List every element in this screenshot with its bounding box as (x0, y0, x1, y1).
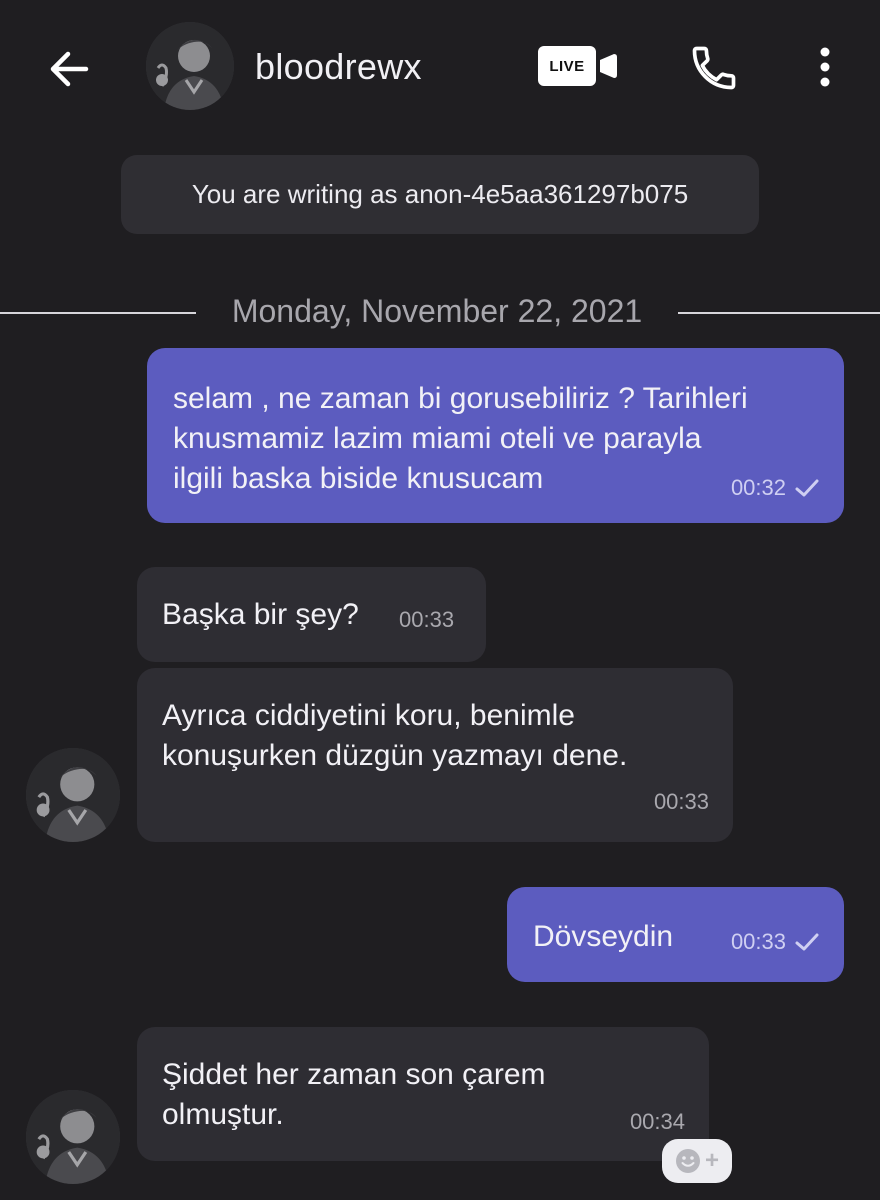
plus-icon: + (704, 1147, 719, 1174)
message-time: 00:33 (653, 789, 709, 814)
anonymous-notice: You are writing as anon-4e5aa361297b075 (121, 155, 759, 234)
date-divider-right (678, 312, 880, 314)
sender-avatar[interactable] (26, 1090, 120, 1184)
incoming-message[interactable]: Şiddet her zaman son çarem olmuştur. 00:3… (137, 1027, 709, 1161)
message-text: Başka bir şey? (162, 598, 359, 631)
live-badge: LIVE (538, 46, 596, 86)
date-separator: Monday, November 22, 2021 (231, 293, 643, 329)
date-divider-left (0, 312, 196, 314)
incoming-message[interactable]: Başka bir şey? 00:33 (137, 567, 486, 662)
incoming-message[interactable]: Ayrıca ciddiyetini koru, benimle konuşurk… (137, 668, 733, 842)
camera-lens-icon (600, 54, 617, 78)
live-video-button[interactable]: LIVE (538, 46, 618, 88)
outgoing-message[interactable]: selam , ne zaman bi gorusebiliriz ? Tari… (147, 348, 844, 523)
message-text: Dövseydin (533, 920, 674, 953)
message-time: 00:34 (629, 1109, 685, 1134)
more-options-icon[interactable] (810, 42, 840, 94)
message-time: 00:33 (730, 929, 786, 954)
contact-username[interactable]: bloodrewx (255, 46, 422, 88)
checkmark-icon (795, 479, 819, 497)
back-arrow-icon[interactable] (44, 44, 94, 94)
message-time: 00:32 (730, 475, 786, 500)
phone-icon[interactable] (688, 42, 740, 94)
message-text: Şiddet her zaman son çarem olmuştur. (162, 1058, 546, 1131)
checkmark-icon (795, 933, 819, 951)
message-time: 00:33 (399, 607, 455, 632)
contact-avatar[interactable] (146, 22, 234, 110)
message-text: Ayrıca ciddiyetini koru, benimle konuşurk… (162, 699, 628, 772)
outgoing-message[interactable]: Dövseydin 00:33 (507, 887, 844, 982)
smiley-icon (675, 1149, 700, 1173)
message-text: selam , ne zaman bi gorusebiliriz ? Tari… (173, 382, 748, 495)
add-reaction-button[interactable]: + (662, 1139, 732, 1183)
sender-avatar[interactable] (26, 748, 120, 842)
